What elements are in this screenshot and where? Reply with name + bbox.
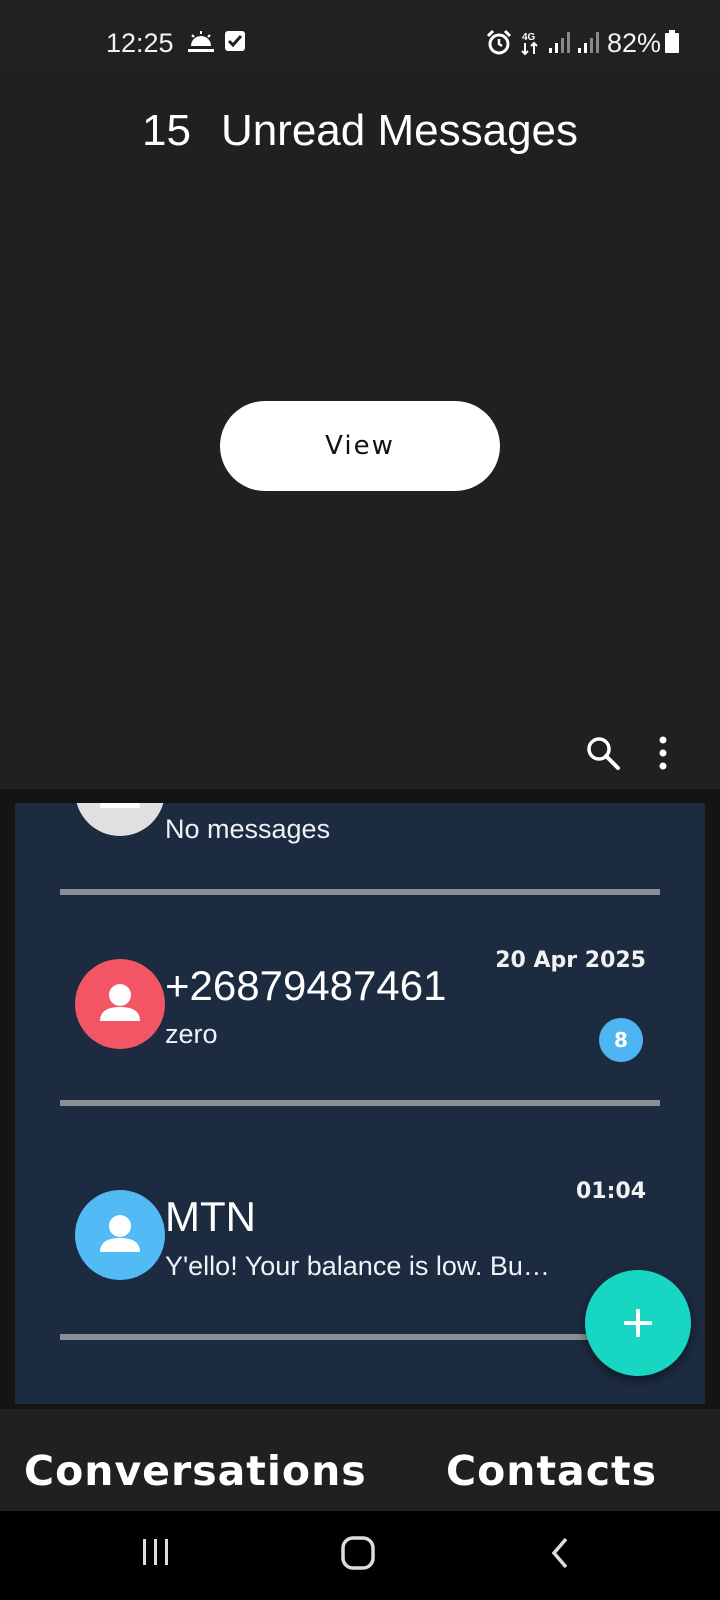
view-button[interactable]: View — [220, 401, 500, 491]
conversation-row[interactable]: +26879487461 zero 20 Apr 2025 8 — [15, 895, 705, 1131]
avatar — [75, 803, 165, 836]
tab-conversations[interactable]: Conversations — [24, 1447, 367, 1495]
status-time: 12:25 — [106, 28, 174, 58]
battery-percent: 82% — [607, 28, 662, 58]
plus-icon — [624, 1309, 652, 1337]
back-icon[interactable] — [548, 1535, 572, 1571]
alarm-icon — [486, 30, 512, 55]
avatar — [75, 959, 165, 1049]
system-nav-bar — [0, 1511, 720, 1600]
more-vert-icon[interactable] — [656, 735, 670, 771]
home-icon[interactable] — [340, 1535, 376, 1571]
tab-contacts[interactable]: Contacts — [446, 1447, 657, 1495]
conversation-row[interactable]: No messages — [15, 803, 705, 890]
status-bar: 12:25 4G 82% — [0, 0, 720, 68]
checkbox-icon — [225, 31, 245, 51]
search-icon[interactable] — [585, 735, 621, 771]
recent-apps-icon[interactable] — [139, 1535, 173, 1569]
signal-sim2-icon — [578, 32, 599, 53]
battery-icon — [665, 30, 679, 53]
conversation-name: MTN — [165, 1193, 256, 1240]
unread-badge: 8 — [599, 1018, 643, 1062]
unread-summary: 15 Unread Messages — [0, 106, 720, 156]
signal-sim1-icon — [549, 32, 570, 53]
bottom-tabs: Conversations Contacts — [0, 1409, 720, 1511]
conversation-snippet: zero — [165, 1019, 218, 1049]
conversation-snippet: No messages — [165, 814, 331, 844]
conversation-name: +26879487461 — [165, 962, 447, 1009]
avatar — [75, 1190, 165, 1280]
svg-text:4G: 4G — [522, 32, 536, 43]
conversation-snippet: Y'ello! Your balance is low. Buy airtime… — [165, 1251, 555, 1281]
person-icon — [100, 803, 140, 808]
weather-sunrise-icon — [188, 31, 214, 52]
4g-data-icon: 4G — [521, 32, 538, 56]
unread-label: Unread Messages — [220, 106, 579, 155]
row-divider — [60, 1334, 660, 1340]
unread-count: 15 — [141, 106, 191, 155]
person-icon — [100, 984, 140, 1021]
person-icon — [100, 1215, 140, 1252]
conversation-date: 01:04 — [575, 1179, 646, 1204]
new-message-fab[interactable] — [585, 1270, 691, 1376]
conversation-date: 20 Apr 2025 — [495, 948, 646, 973]
